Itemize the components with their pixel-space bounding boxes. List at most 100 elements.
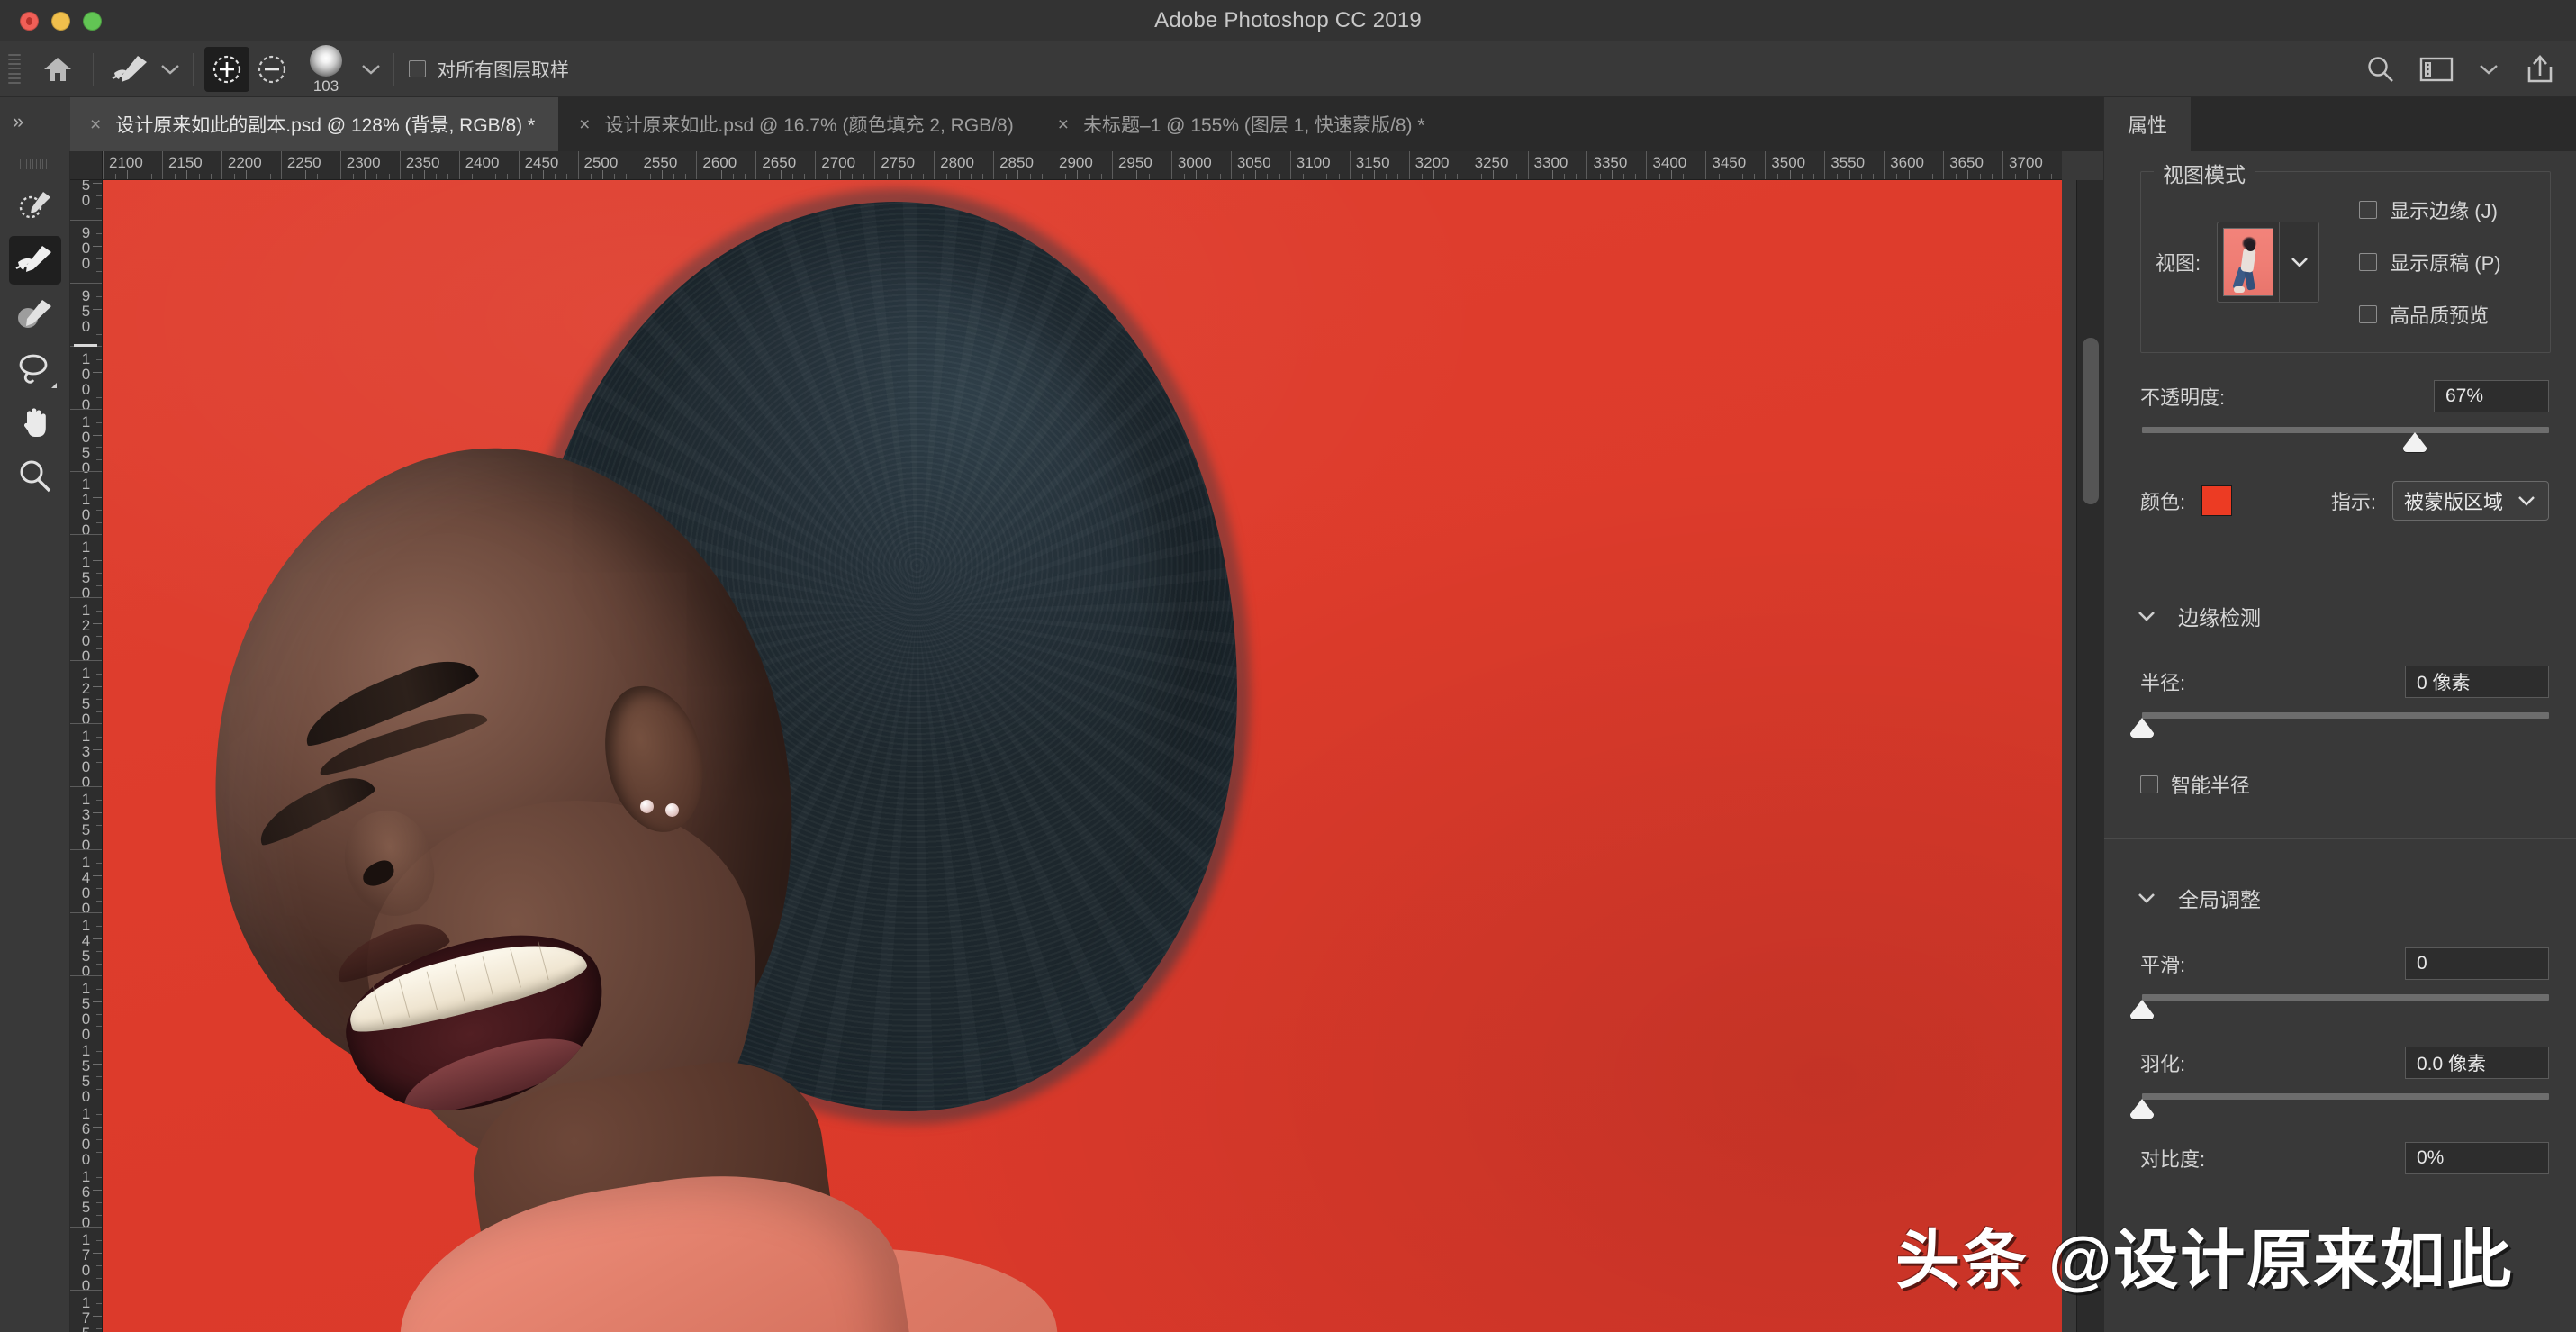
ruler-tick [96,1139,103,1140]
radius-slider[interactable] [2142,709,2549,736]
ruler-tick-label: 3700 [2009,154,2043,172]
brush-tool[interactable] [9,290,61,339]
document-tab-2[interactable]: × 设计原来如此.psd @ 16.7% (颜色填充 2, RGB/8) [559,97,1038,151]
ruler-tick-label: 2400 [465,154,500,172]
ruler-tick [96,510,103,511]
canvas-vertical-scrollbar[interactable] [2076,180,2103,1332]
vertical-ruler[interactable]: 8509009501000105011001150120012501300135… [70,180,103,1332]
ruler-tick [270,174,271,180]
high-quality-preview-label: 高品质预览 [2390,300,2489,329]
feather-slider[interactable] [2142,1090,2549,1117]
ruler-tick [685,174,686,180]
contrast-label: 对比度: [2140,1144,2205,1173]
show-original-checkbox[interactable]: 显示原稿 (P) [2359,248,2500,276]
panel-expand-rail[interactable]: » [0,97,70,151]
ruler-tick [93,435,103,436]
ruler-tick [1980,174,1981,180]
slider-knob[interactable] [2130,1000,2154,1015]
ruler-tick [93,246,103,247]
ruler-tick [662,170,663,180]
ruler-tick [96,397,103,398]
ruler-tick [96,674,103,675]
search-icon[interactable] [2365,54,2396,85]
ruler-tick [96,1014,103,1015]
indicates-select[interactable]: 被蒙版区域 [2392,481,2549,521]
contrast-row: 对比度: 0% [2104,1142,2576,1174]
share-icon[interactable] [2524,54,2556,85]
sample-all-layers-checkbox[interactable]: 对所有图层取样 [409,56,569,83]
tools-panel [0,151,70,1332]
title-bar: Adobe Photoshop CC 2019 [0,0,2576,41]
smart-radius-checkbox[interactable]: 智能半径 [2104,770,2576,799]
expand-panels-icon: » [13,110,22,133]
document-tab-3[interactable]: × 未标题–1 @ 155% (图层 1, 快速蒙版/8) * [1038,97,1450,151]
brush-subtract-icon[interactable] [249,47,294,92]
zoom-tool[interactable] [9,452,61,501]
ruler-tick [1255,170,1256,180]
properties-panel-body: 视图模式 视图: [2104,151,2576,1174]
view-thumbnail-dropdown[interactable] [2217,222,2319,303]
lasso-tool[interactable] [9,344,61,393]
ruler-tick-label: 2750 [881,154,915,172]
current-tool-icon[interactable] [104,49,157,90]
checkbox-box [2359,201,2377,219]
ruler-segment: 2300 [340,151,400,180]
refine-edge-brush-tool[interactable] [9,236,61,285]
contrast-input[interactable]: 0% [2405,1142,2549,1174]
ruler-segment: 1050 [70,409,103,472]
ruler-tick [96,334,103,335]
tab-properties[interactable]: 属性 [2104,97,2191,151]
ruler-segment: 2500 [578,151,637,180]
divider [93,53,94,86]
close-icon[interactable]: × [579,115,590,134]
ruler-tick [96,208,103,209]
feather-input[interactable]: 0.0 像素 [2405,1047,2549,1079]
radius-input[interactable]: 0 像素 [2405,666,2549,698]
opacity-slider[interactable] [2142,423,2549,450]
high-quality-preview-checkbox[interactable]: 高品质预览 [2359,300,2500,329]
ruler-tick [96,296,103,297]
brush-add-icon[interactable] [204,47,249,92]
edge-detection-section-header[interactable]: 边缘检测 [2104,601,2576,631]
show-edge-checkbox[interactable]: 显示边缘 (J) [2359,195,2500,224]
color-swatch[interactable] [2201,485,2232,516]
ruler-tick [1967,170,1968,180]
smooth-input[interactable]: 0 [2405,947,2549,980]
options-bar-grip[interactable] [8,54,21,85]
workspace-icon[interactable] [2419,56,2454,83]
slider-knob[interactable] [2403,432,2427,448]
document-tab-1[interactable]: × 设计原来如此的副本.psd @ 128% (背景, RGB/8) * [70,97,559,151]
ruler-tick [721,170,722,180]
ruler-tick [151,174,152,180]
home-icon[interactable] [33,49,82,90]
close-icon[interactable]: × [90,115,101,134]
view-thumbnail-chevron-down-icon[interactable] [2279,222,2318,302]
tool-preset-chevron-down-icon[interactable] [158,61,182,77]
global-adjust-section-header[interactable]: 全局调整 [2104,883,2576,913]
brush-size-chevron-down-icon[interactable] [359,61,383,77]
ruler-segment: 3200 [1409,151,1469,180]
slider-knob[interactable] [2130,718,2154,733]
ruler-tick [769,174,770,180]
ruler-tick [96,585,103,586]
scrollbar-thumb[interactable] [2083,338,2099,504]
opacity-input[interactable]: 67% [2434,380,2549,412]
tools-panel-grip[interactable] [20,159,50,169]
ruler-tick [863,174,864,180]
brush-size-preview[interactable]: 103 [294,43,357,95]
panel-tab-bar: 属性 [2104,97,2576,151]
ruler-origin[interactable] [70,151,103,180]
ruler-tick-label: 3650 [1949,154,1984,172]
workspace-chevron-down-icon[interactable] [2477,61,2500,77]
quick-selection-tool[interactable] [9,182,61,231]
ruler-tick [199,174,200,180]
ruler-segment: 1550 [70,1038,103,1101]
canvas-area[interactable] [103,180,2062,1332]
ruler-tick [96,573,103,574]
smooth-slider[interactable] [2142,991,2549,1018]
slider-knob[interactable] [2130,1099,2154,1114]
ruler-tick [1802,174,1803,180]
horizontal-ruler[interactable]: 2100215022002250230023502400245025002550… [103,151,2062,180]
close-icon[interactable]: × [1058,115,1069,134]
hand-tool[interactable] [9,398,61,447]
